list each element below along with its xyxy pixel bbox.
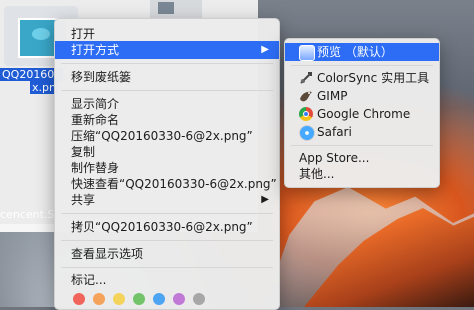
tag-color-row (73, 293, 273, 305)
menu-separator (61, 267, 273, 268)
thumbnail-detail (32, 28, 50, 40)
submenu-item-label: Safari (317, 125, 352, 139)
file-thumbnail-2[interactable] (150, 0, 202, 18)
open-with-submenu: 预览 （默认） ColorSync 实用工具 GIMP Google Chrom… (284, 38, 440, 188)
menu-item-label: 共享 (71, 193, 96, 207)
submenu-item-other[interactable]: 其他... (285, 165, 439, 183)
submenu-item-label: Google Chrome (317, 107, 411, 121)
menu-item-show-view-options[interactable]: 查看显示选项 (55, 245, 279, 263)
menu-item-share[interactable]: 共享 ▶ (55, 191, 279, 209)
menu-separator (61, 63, 273, 64)
menu-item-label: 标记... (71, 273, 107, 287)
menu-item-label: 查看显示选项 (71, 247, 144, 261)
tag-color-gray[interactable] (193, 293, 205, 305)
menu-separator (61, 90, 273, 91)
menu-separator (61, 240, 273, 241)
menu-item-open-with[interactable]: 打开方式 ▶ (55, 41, 279, 59)
colorsync-icon (299, 71, 313, 85)
submenu-item-label: 其他... (299, 167, 335, 181)
context-menu: 打开 打开方式 ▶ 移到废纸篓 显示简介 重新命名 压缩“QQ20160330-… (54, 18, 280, 310)
menu-item-tags[interactable]: 标记... (55, 271, 279, 289)
submenu-arrow-icon: ▶ (261, 44, 269, 55)
tag-color-blue[interactable] (153, 293, 165, 305)
submenu-item-preview[interactable]: 预览 （默认） (285, 43, 439, 61)
submenu-item-google-chrome[interactable]: Google Chrome (285, 105, 439, 123)
submenu-item-safari[interactable]: Safari (285, 123, 439, 141)
tag-color-orange[interactable] (93, 293, 105, 305)
submenu-item-label: 预览 （默认） (317, 45, 393, 59)
submenu-item-label: ColorSync 实用工具 (317, 71, 430, 85)
safari-icon (299, 125, 315, 141)
preview-icon (299, 45, 315, 61)
tag-color-red[interactable] (73, 293, 85, 305)
image-icon (158, 2, 174, 14)
submenu-separator (291, 145, 433, 146)
tag-color-purple[interactable] (173, 293, 185, 305)
submenu-arrow-icon: ▶ (261, 194, 269, 205)
menu-separator (61, 213, 273, 214)
menu-item-move-to-trash[interactable]: 移到废纸篓 (55, 68, 279, 86)
menu-item-label: 移到废纸篓 (71, 70, 132, 84)
tag-color-green[interactable] (133, 293, 145, 305)
submenu-separator (291, 65, 433, 66)
gimp-icon (299, 89, 313, 103)
chrome-icon (299, 107, 313, 121)
menu-item-label: 拷贝“QQ20160330-6@2x.png” (71, 220, 253, 234)
submenu-item-colorsync[interactable]: ColorSync 实用工具 (285, 69, 439, 87)
submenu-item-gimp[interactable]: GIMP (285, 87, 439, 105)
menu-item-copy[interactable]: 拷贝“QQ20160330-6@2x.png” (55, 218, 279, 236)
submenu-item-label: GIMP (317, 89, 348, 103)
tag-color-yellow[interactable] (113, 293, 125, 305)
menu-item-label: 打开方式 (71, 43, 120, 57)
